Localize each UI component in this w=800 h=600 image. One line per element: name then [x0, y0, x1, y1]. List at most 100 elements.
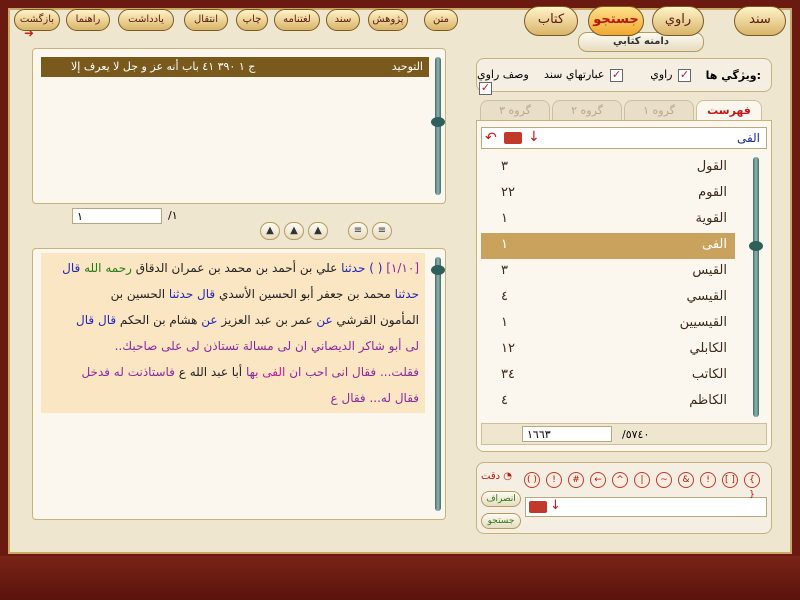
checkmark-icon: ✓: [678, 67, 691, 82]
symbol-button[interactable]: !: [546, 472, 562, 488]
scroll-thumb[interactable]: [431, 117, 445, 127]
list-item[interactable]: القوم ٢٢: [481, 181, 735, 207]
symbol-button[interactable]: ~: [656, 472, 672, 488]
nav-matn-button[interactable]: متن: [424, 9, 458, 31]
nav-sanad-small-button[interactable]: سند: [326, 9, 360, 31]
word-label: الكاتب: [691, 367, 727, 382]
symbol-button[interactable]: ^: [612, 472, 628, 488]
pager-input[interactable]: ١: [72, 208, 162, 224]
hadith-line: [١/١٠] ( ) حدثنا علي بن أحمد بن محمد بن …: [47, 255, 419, 281]
symbol-button[interactable]: ( ): [524, 472, 540, 488]
tab-group-1[interactable]: گروه ١: [624, 100, 694, 120]
word-count: ١: [501, 315, 508, 330]
symbol-button[interactable]: |: [634, 472, 650, 488]
hadith-segment: عمر بن عبد العزيز: [217, 313, 313, 327]
list-item[interactable]: القيسيين ١: [481, 311, 735, 337]
symbol-button[interactable]: [ ]: [722, 472, 738, 488]
nav-transfer-button[interactable]: انتقال: [184, 9, 228, 31]
hadith-segment: أبا عبد الله ع: [174, 365, 243, 379]
word-label: القول: [696, 159, 727, 174]
hadith-line: فقال له... فقال ع: [47, 385, 420, 411]
bottom-nav: [0, 556, 800, 600]
features-label: ويژگي ها:: [705, 69, 761, 82]
hadith-line: فقلت... فقال انى احب ان الفى بها أبا عبد…: [47, 359, 419, 385]
zoom-in-icon[interactable]: ▲: [308, 222, 328, 240]
font-icon[interactable]: ▲: [260, 222, 280, 240]
symbol-button[interactable]: ←: [590, 472, 606, 488]
hadith-segment: فاستاذنت له فدخل: [81, 365, 175, 379]
nav-search-button[interactable]: جستجو: [588, 6, 644, 36]
book-header-bar: التوحيد ج ١ ٣٩٠ ٤١ باب أنه عز و جل لا يع…: [41, 57, 429, 77]
pager: ١ /١: [44, 206, 194, 226]
list-item[interactable]: القيسي ٤: [481, 285, 735, 311]
search-button[interactable]: جستجو: [481, 513, 521, 529]
nav-sanad-button[interactable]: سند: [734, 6, 786, 36]
word-label: القيسي: [686, 289, 727, 304]
word-count: ٣: [501, 159, 508, 174]
feature-checkbox-narrator-desc[interactable]: وصف راوي ✓: [477, 68, 539, 95]
word-label: القيسيين: [679, 315, 727, 330]
cancel-button[interactable]: انصراف: [481, 491, 521, 507]
symbol-button[interactable]: !: [700, 472, 716, 488]
word-search-input[interactable]: الفى: [737, 131, 760, 145]
word-list-scrollbar[interactable]: [749, 157, 763, 417]
feature-checkbox-narrator[interactable]: راوي ✓: [650, 68, 691, 82]
nav-print-button[interactable]: چاپ: [236, 9, 268, 31]
feature-desc-label: وصف راوي: [477, 68, 529, 81]
header-scrollbar[interactable]: [431, 57, 445, 195]
align-icon[interactable]: ≡: [372, 222, 392, 240]
nav-help-button[interactable]: راهنما: [66, 9, 110, 31]
precise-toggle[interactable]: دقت ◔: [481, 471, 512, 482]
symbol-button[interactable]: { }: [744, 472, 760, 500]
nav-notes-button[interactable]: يادداشت: [118, 9, 174, 31]
scroll-thumb[interactable]: [749, 241, 763, 251]
undo-icon[interactable]: ↶: [485, 130, 497, 146]
down-arrow-icon[interactable]: ↓: [550, 498, 561, 513]
list-item[interactable]: الكابلي ١٢: [481, 337, 735, 363]
word-count: ٣٤: [501, 367, 515, 382]
nav-research-button[interactable]: پژوهش: [368, 9, 408, 31]
list-item[interactable]: القوية ١: [481, 207, 735, 233]
text-toolbar: ≡ ≡ ▲ ▲ ▲: [250, 222, 400, 244]
word-list-panel: ↶ ↓ الفى القول ٣ القوم ٢٢ القوية ١ الفى …: [476, 120, 772, 452]
down-arrow-icon[interactable]: ↓: [528, 129, 540, 145]
keyboard-icon[interactable]: [529, 501, 547, 513]
word-index-input[interactable]: ١٦٦٣: [522, 426, 612, 442]
zoom-out-icon[interactable]: ▲: [284, 222, 304, 240]
nav-book-button[interactable]: كتاب: [524, 6, 578, 36]
symbol-button[interactable]: &: [678, 472, 694, 488]
hadith-line: حدثنا محمد بن جعفر أبو الحسين الأسدي قال…: [47, 281, 419, 307]
hadith-segment: قال قال: [76, 313, 117, 327]
feature-checkbox-sanad-phrases[interactable]: عبارتهاي سند ✓: [544, 68, 623, 82]
list-item[interactable]: الكاتب ٣٤: [481, 363, 735, 389]
keyboard-icon[interactable]: [504, 132, 522, 144]
pager-total: /١: [168, 209, 178, 222]
word-label: القوية: [695, 211, 727, 226]
hadith-segment: بها: [242, 365, 259, 379]
tab-group-2[interactable]: گروه ٢: [552, 100, 622, 120]
tab-index[interactable]: فهرست: [696, 100, 762, 120]
nav-narrator-button[interactable]: راوي: [652, 6, 704, 36]
tab-group-3[interactable]: گروه ٣: [480, 100, 550, 120]
nav-dictionary-button[interactable]: لغتنامه: [274, 9, 320, 31]
list-item[interactable]: القيس ٣: [481, 259, 735, 285]
list-item[interactable]: الكاظم ٤: [481, 389, 735, 415]
hadith-panel: [١/١٠] ( ) حدثنا علي بن أحمد بن محمد بن …: [32, 248, 446, 520]
feature-narrator-label: راوي: [650, 68, 673, 81]
hadith-segment: الفى: [258, 365, 286, 379]
scroll-thumb[interactable]: [431, 265, 445, 275]
symbol-button[interactable]: #: [568, 472, 584, 488]
list-item-selected[interactable]: الفى ١: [481, 233, 735, 259]
header-panel: التوحيد ج ١ ٣٩٠ ٤١ باب أنه عز و جل لا يع…: [32, 48, 446, 204]
clock-icon: ◔: [503, 471, 512, 482]
word-count: ٤: [501, 289, 508, 304]
list-item[interactable]: القول ٣: [481, 155, 735, 181]
hadith-segment: قال: [62, 261, 81, 275]
align-icon[interactable]: ≡: [348, 222, 368, 240]
hadith-scrollbar[interactable]: [431, 257, 445, 511]
hadith-segment: لى أبو شاكر الديصاني ان لى مسالة تستاذن …: [114, 339, 419, 353]
checkmark-icon: ✓: [610, 67, 623, 82]
nav-back-button[interactable]: بازگشت: [14, 9, 60, 31]
book-title: التوحيد: [391, 60, 423, 73]
search-input[interactable]: ↓: [525, 497, 767, 517]
